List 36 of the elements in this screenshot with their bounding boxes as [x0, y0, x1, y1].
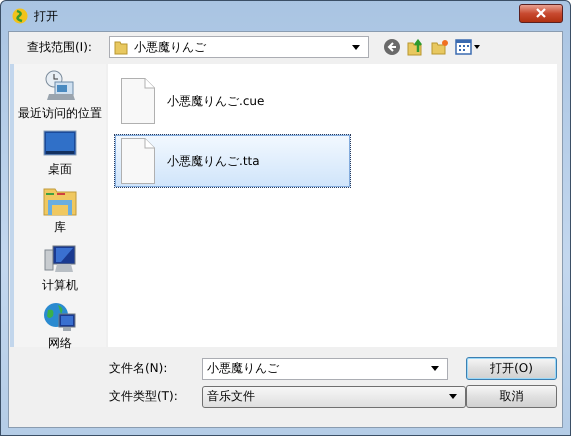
document-icon — [121, 138, 155, 184]
computer-icon[interactable] — [43, 244, 77, 274]
look-in-dropdown[interactable]: 小悪魔りんご — [109, 36, 369, 58]
folder-icon — [114, 39, 128, 55]
look-in-label: 查找范围(I): — [27, 38, 93, 56]
open-button[interactable]: 打开(O) — [466, 357, 557, 380]
up-folder-icon[interactable] — [407, 38, 425, 56]
cancel-button[interactable]: 取消 — [466, 385, 557, 408]
document-icon — [121, 78, 155, 124]
file-name: 小悪魔りんご.tta — [167, 152, 260, 170]
place-label[interactable]: 最近访问的位置 — [18, 105, 102, 122]
place-label[interactable]: 网络 — [48, 335, 72, 352]
place-label[interactable]: 库 — [54, 219, 66, 236]
file-name: 小悪魔りんご.cue — [167, 92, 264, 110]
network-icon[interactable] — [43, 302, 77, 332]
file-type-dropdown[interactable]: 音乐文件 — [202, 386, 466, 408]
desktop-icon[interactable] — [43, 130, 77, 158]
window-title: 打开 — [34, 8, 58, 24]
place-label[interactable]: 桌面 — [48, 161, 72, 178]
close-button[interactable] — [519, 4, 563, 22]
dropdown-arrow-icon[interactable] — [431, 366, 439, 371]
dropdown-arrow-icon[interactable] — [449, 394, 457, 399]
library-folder-icon[interactable] — [43, 186, 77, 216]
dropdown-arrow-icon[interactable] — [352, 44, 360, 50]
place-label[interactable]: 计算机 — [42, 277, 78, 294]
file-name-label: 文件名(N): — [109, 360, 168, 377]
back-icon[interactable] — [383, 38, 401, 56]
views-menu-icon[interactable] — [455, 39, 481, 55]
new-folder-icon[interactable] — [431, 38, 449, 56]
recent-places-icon[interactable] — [43, 70, 77, 102]
file-name-field[interactable]: 小悪魔りんご — [202, 358, 448, 380]
close-icon[interactable] — [535, 8, 547, 18]
file-type-label: 文件类型(T): — [109, 388, 179, 405]
file-item[interactable]: 小悪魔りんご.cue — [114, 74, 351, 128]
app-icon — [12, 8, 28, 24]
file-item[interactable]: 小悪魔りんご.tta — [114, 134, 351, 188]
